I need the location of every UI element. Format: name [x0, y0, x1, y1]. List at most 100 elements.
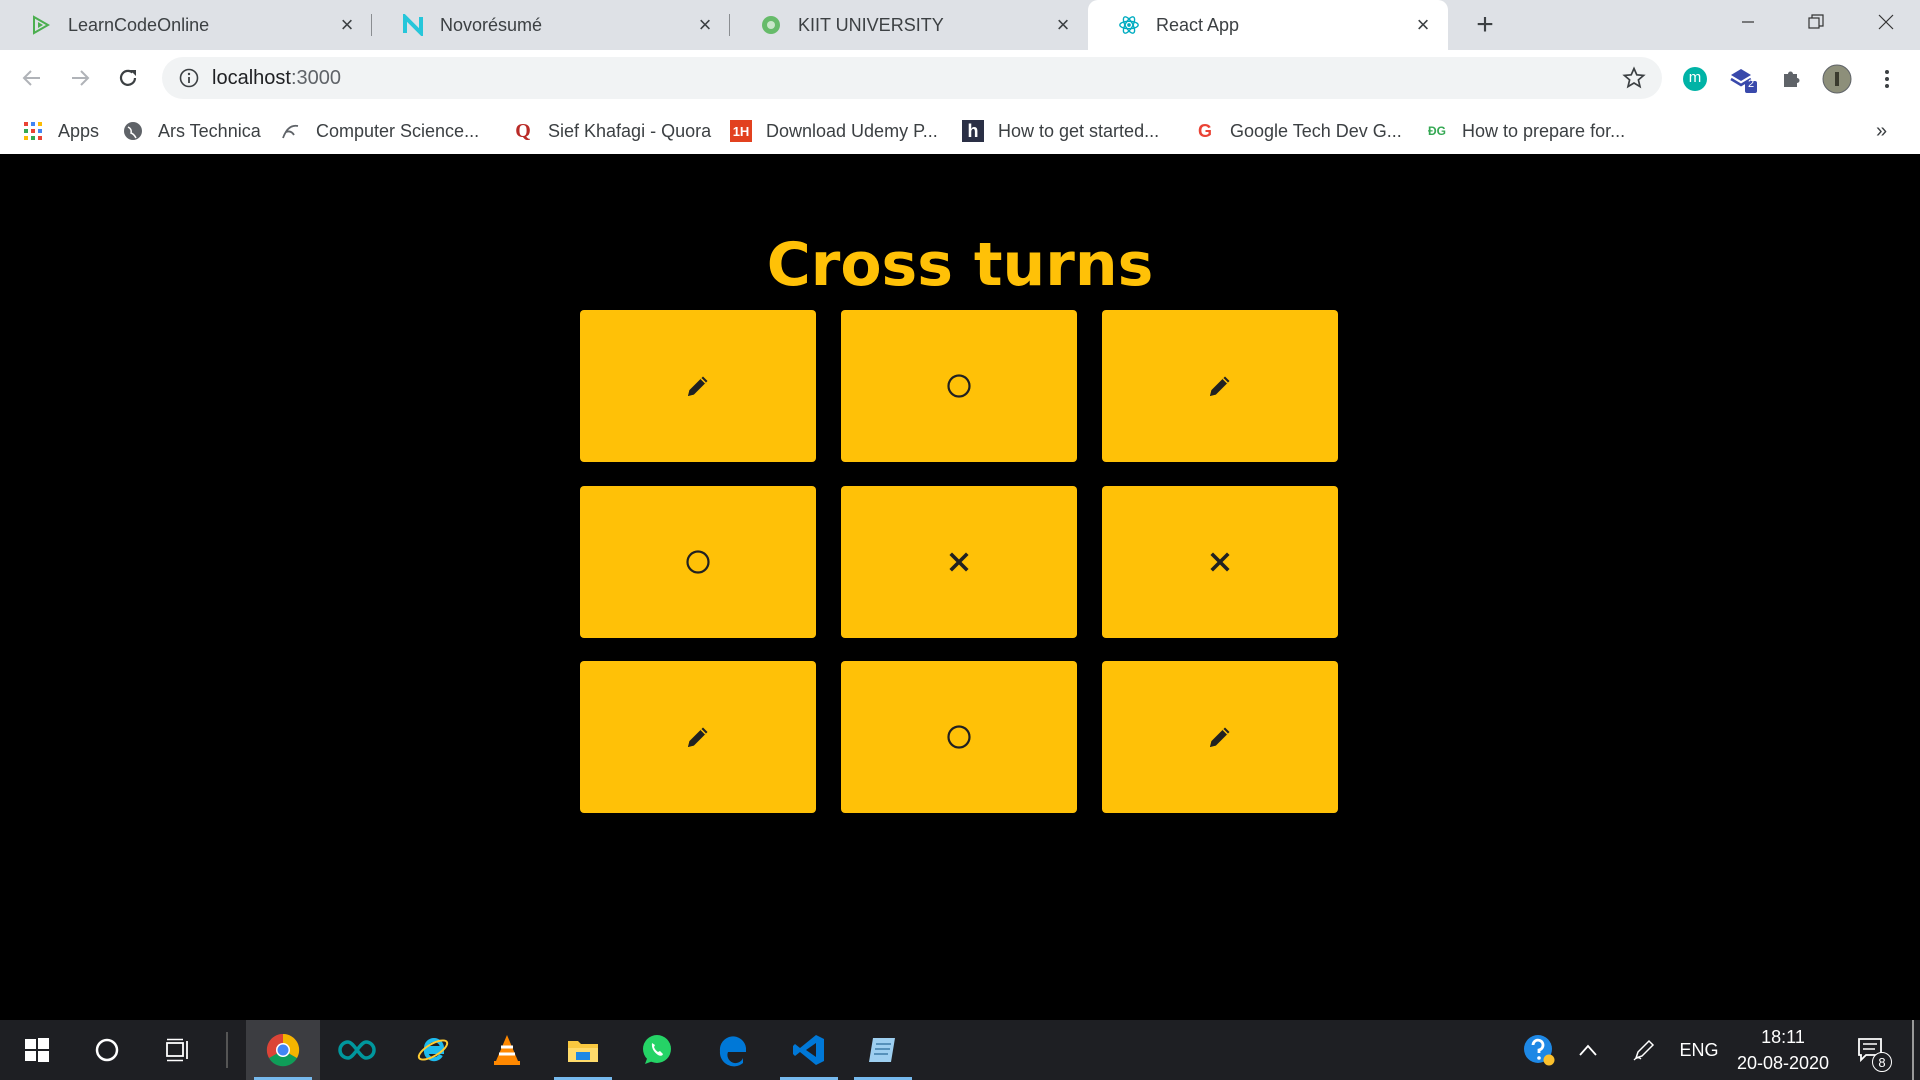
reload-button[interactable]	[110, 60, 146, 96]
tray-notifications[interactable]: 8	[1850, 1020, 1892, 1080]
bookmark-label: How to prepare for...	[1462, 120, 1626, 141]
taskbar-file-explorer[interactable]	[546, 1020, 620, 1080]
page-content: Cross turns	[0, 154, 1920, 1020]
apps-grid-icon	[22, 120, 44, 142]
start-button[interactable]	[0, 1020, 74, 1080]
taskbar-edge[interactable]	[696, 1020, 770, 1080]
bookmark-how-to-prepare[interactable]: ƉG How to prepare for...	[1426, 118, 1625, 144]
close-tab-icon[interactable]: ×	[336, 12, 358, 37]
tab-title: React App	[1156, 14, 1240, 35]
learncodeonline-icon	[30, 14, 52, 36]
folder-icon	[568, 1041, 598, 1062]
bookmark-quora[interactable]: Q Sief Khafagi - Quora	[512, 118, 711, 144]
close-tab-icon[interactable]: ×	[1052, 12, 1074, 37]
infinity-icon	[338, 1040, 376, 1060]
react-icon	[1118, 14, 1140, 36]
taskbar-vscode[interactable]	[772, 1020, 846, 1080]
address-bar[interactable]: localhost:3000	[162, 57, 1662, 99]
windows-logo-icon	[25, 1038, 49, 1062]
extension-stack-button[interactable]: 2	[1728, 64, 1758, 94]
clock-date: 20-08-2020	[1736, 1053, 1830, 1073]
more-vert-icon	[1885, 70, 1889, 88]
page-title: Cross turns	[766, 230, 1154, 300]
chrome-menu-button[interactable]	[1872, 64, 1902, 94]
help-icon	[1524, 1035, 1555, 1066]
show-desktop-button[interactable]	[1912, 1020, 1914, 1080]
close-window-button[interactable]	[1852, 0, 1920, 44]
taskbar-arduino[interactable]	[320, 1020, 394, 1080]
board-cell[interactable]	[1102, 310, 1338, 462]
tab-react-app[interactable]: React App ×	[1088, 0, 1448, 50]
tray-show-hidden[interactable]	[1570, 1020, 1606, 1080]
tab-novoresume[interactable]: Novorésumé ×	[372, 0, 730, 50]
cross-icon	[1209, 551, 1231, 573]
board-cell[interactable]	[841, 310, 1077, 462]
taskbar-vlc[interactable]	[470, 1020, 544, 1080]
taskbar-chrome[interactable]	[246, 1020, 320, 1080]
close-tab-icon[interactable]: ×	[694, 12, 716, 37]
pencil-icon	[1206, 372, 1234, 400]
internet-explorer-icon	[417, 1038, 449, 1062]
tray-pen[interactable]	[1622, 1020, 1666, 1080]
board-cell[interactable]	[1102, 661, 1338, 813]
extension-badge: 2	[1748, 78, 1755, 90]
board-cell[interactable]	[841, 661, 1077, 813]
board-cell[interactable]	[580, 310, 816, 462]
bookmark-google-tech-dev[interactable]: G Google Tech Dev G...	[1194, 118, 1402, 144]
tab-title: Novorésumé	[440, 14, 543, 35]
board-cell[interactable]	[841, 486, 1077, 638]
novoresume-icon	[402, 14, 424, 36]
board-cell[interactable]	[1102, 486, 1338, 638]
bookmark-hashnode[interactable]: h How to get started...	[962, 118, 1159, 144]
bookmarks-bar: Apps Ars Technica Computer Science... Q …	[0, 106, 1920, 155]
chrome-icon	[266, 1033, 300, 1067]
new-tab-button[interactable]: +	[1466, 6, 1504, 44]
extensions-button[interactable]	[1776, 64, 1806, 94]
taskbar: ENG 18:11 20-08-2020 8	[0, 1020, 1920, 1080]
task-view-button[interactable]	[142, 1020, 216, 1080]
more-bookmarks-chevron-icon[interactable]: »	[1876, 118, 1887, 144]
tray-help[interactable]	[1516, 1020, 1562, 1080]
tab-kiit[interactable]: KIIT UNIVERSITY ×	[730, 0, 1088, 50]
whatsapp-icon	[643, 1035, 671, 1064]
taskbar-whatsapp[interactable]	[620, 1020, 694, 1080]
extension-m-button[interactable]: m	[1680, 64, 1710, 94]
bookmark-udemy[interactable]: 1H Download Udemy P...	[730, 118, 938, 144]
tab-learncodeonline[interactable]: LearnCodeOnline ×	[0, 0, 372, 50]
bookmark-star-icon[interactable]	[1622, 66, 1646, 95]
bookmark-computer-science[interactable]: Computer Science...	[280, 118, 479, 144]
restore-button[interactable]	[1782, 0, 1850, 44]
bookmark-label: Sief Khafagi - Quora	[548, 120, 712, 141]
board-cell[interactable]	[580, 486, 816, 638]
bookmark-apps[interactable]: Apps	[22, 118, 99, 144]
computer-science-icon	[280, 120, 302, 142]
board-cell[interactable]	[580, 661, 816, 813]
close-tab-icon[interactable]: ×	[1412, 12, 1434, 37]
arrow-right-icon	[72, 70, 90, 86]
minimize-button[interactable]	[1714, 0, 1782, 44]
bookmark-label: Computer Science...	[316, 120, 480, 141]
info-icon[interactable]	[178, 67, 200, 94]
notification-count: 8	[1872, 1052, 1892, 1072]
tab-title: LearnCodeOnline	[68, 14, 210, 35]
puzzle-icon	[1784, 71, 1800, 87]
tray-language[interactable]: ENG	[1674, 1020, 1724, 1080]
quora-icon: Q	[515, 119, 531, 142]
notepad-icon	[869, 1038, 895, 1062]
bookmark-label: Google Tech Dev G...	[1230, 120, 1402, 141]
taskbar-internet-explorer[interactable]	[396, 1020, 470, 1080]
tray-clock[interactable]: 18:11 20-08-2020	[1732, 1020, 1834, 1080]
forward-button[interactable]	[62, 60, 98, 96]
taskbar-notepad-app[interactable]	[846, 1020, 920, 1080]
cortana-icon	[95, 1038, 119, 1062]
bookmark-ars-technica[interactable]: Ars Technica	[122, 118, 261, 144]
back-button[interactable]	[14, 60, 50, 96]
profile-avatar[interactable]	[1822, 64, 1852, 94]
pen-ink-icon	[1633, 1039, 1655, 1061]
tab-strip: LearnCodeOnline × Novorésumé × KIIT UNIV…	[0, 0, 1920, 50]
url-port: :3000	[290, 67, 341, 89]
restore-icon	[1808, 14, 1824, 29]
globe-icon	[122, 120, 144, 142]
cortana-button[interactable]	[70, 1020, 144, 1080]
bookmark-label: Apps	[58, 120, 100, 141]
